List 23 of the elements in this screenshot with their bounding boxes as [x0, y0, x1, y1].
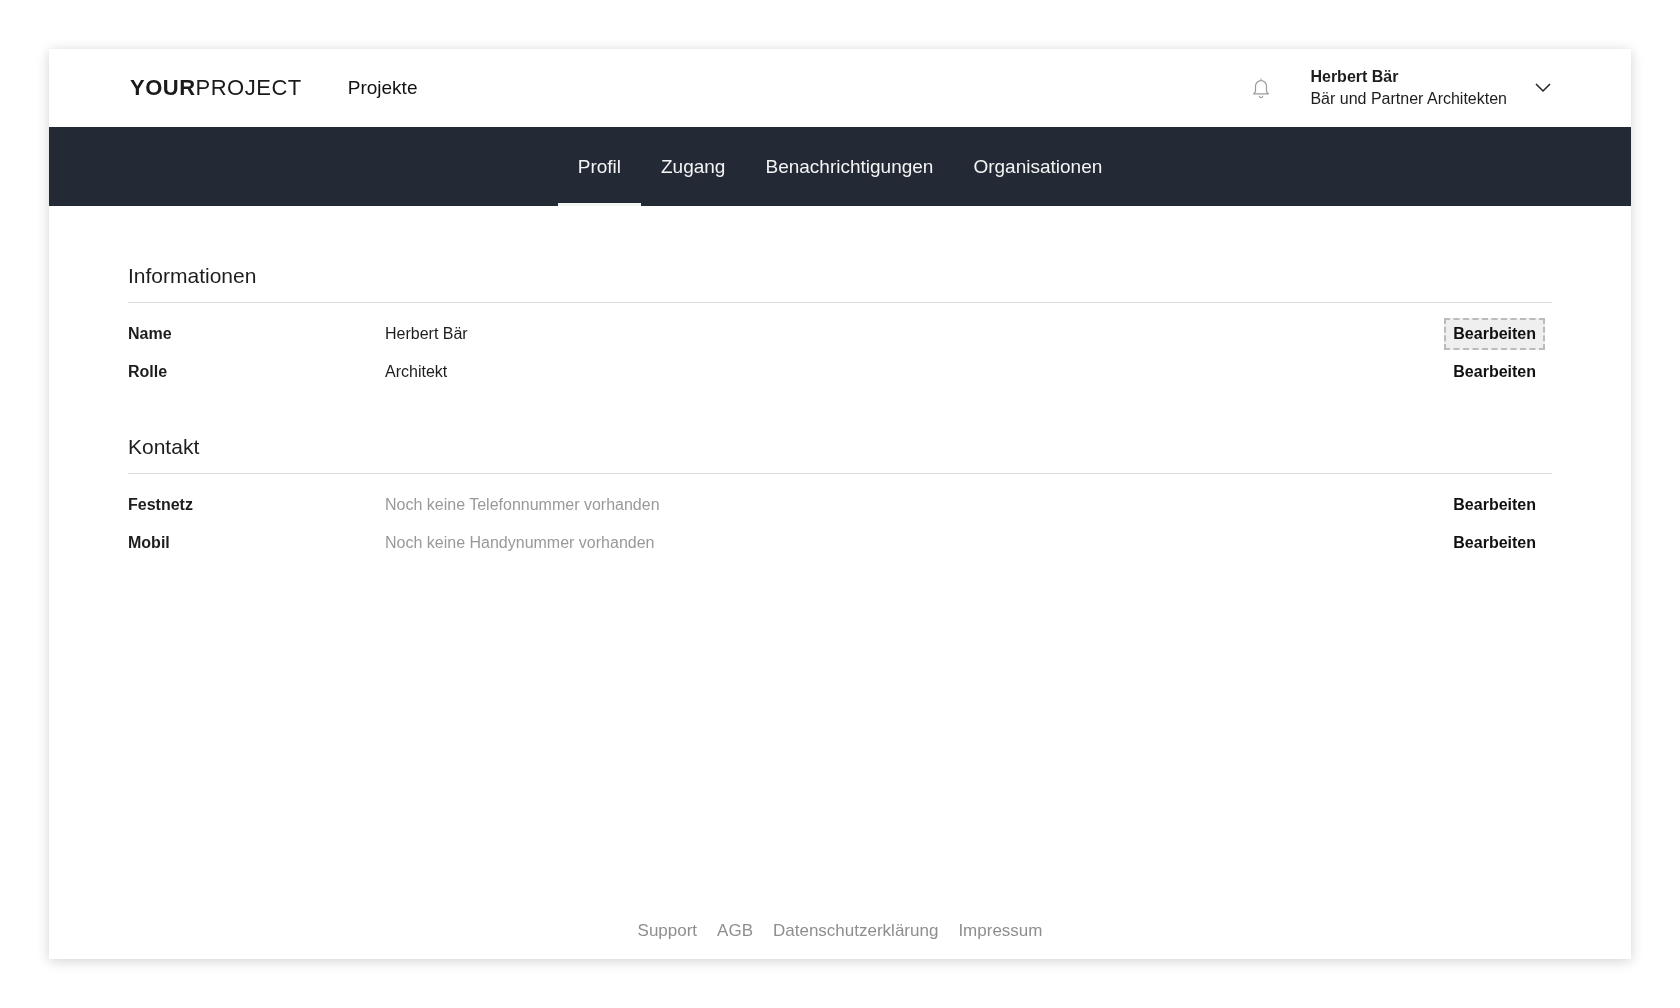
- field-label: Mobil: [128, 534, 171, 552]
- user-organization: Bär und Partner Architekten: [1310, 90, 1507, 108]
- tab[interactable]: Organisationen: [953, 127, 1123, 206]
- field-label: Festnetz: [128, 496, 194, 514]
- tab[interactable]: Profil: [557, 127, 641, 206]
- section-title: Informationen: [128, 263, 258, 289]
- field-value: Architekt: [385, 363, 449, 381]
- tab[interactable]: Zugang: [641, 127, 746, 206]
- field-value: Herbert Bär: [385, 325, 469, 343]
- edit-button[interactable]: Bearbeiten: [1444, 527, 1545, 559]
- user-name: Herbert Bär: [1310, 68, 1400, 86]
- field-label: Name: [128, 325, 173, 343]
- tab[interactable]: Benachrichtigungen: [745, 127, 954, 206]
- logo[interactable]: YOURPROJECT: [130, 75, 302, 101]
- section-title: Kontakt: [128, 434, 201, 460]
- empty-value-text: Noch keine Telefonnummer vorhanden: [385, 496, 661, 514]
- chevron-down-icon[interactable]: [1535, 83, 1551, 93]
- edit-button[interactable]: Bearbeiten: [1444, 356, 1545, 388]
- empty-value-text: Noch keine Handynummer vorhanden: [385, 534, 656, 552]
- projects-link[interactable]: Projekte: [347, 77, 418, 99]
- edit-button[interactable]: Bearbeiten: [1444, 489, 1545, 521]
- edit-button[interactable]: Bearbeiten: [1444, 318, 1545, 350]
- field-label: Rolle: [128, 363, 169, 381]
